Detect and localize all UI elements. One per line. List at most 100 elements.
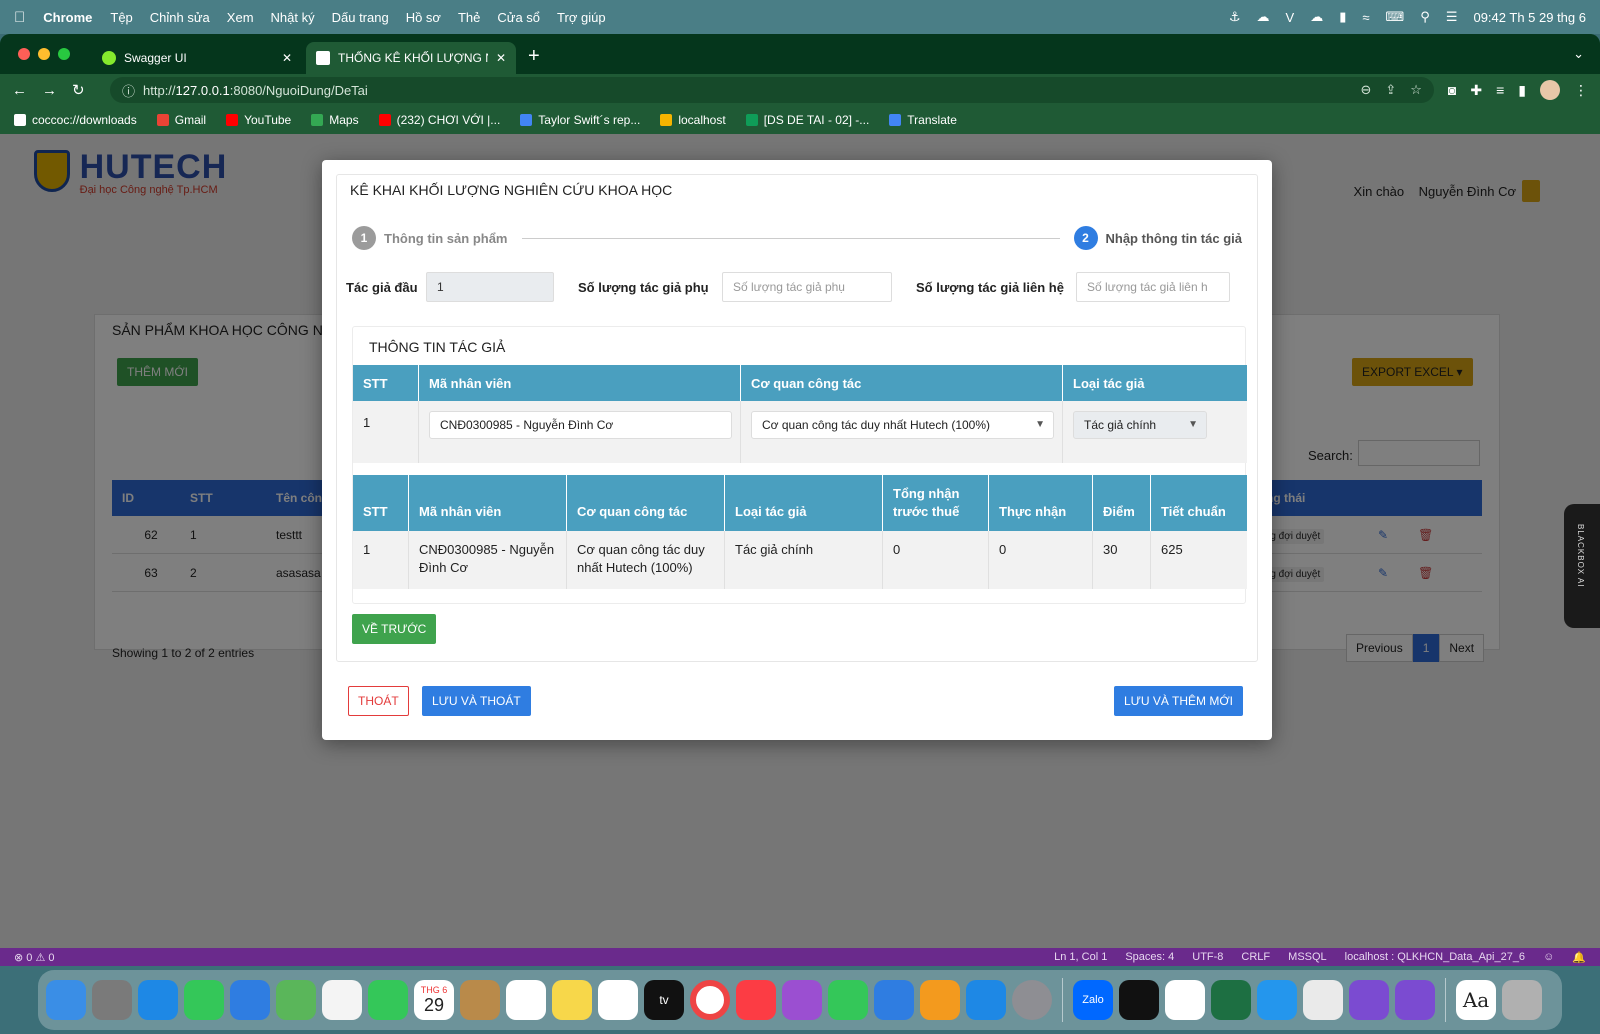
- battery-icon[interactable]: ▮: [1339, 9, 1346, 25]
- bookmark-item[interactable]: Taylor Swift´s rep...: [520, 113, 640, 127]
- info-icon[interactable]: ⓘ: [122, 81, 135, 100]
- back-button[interactable]: VỀ TRƯỚC: [352, 614, 437, 644]
- apple-tv-icon[interactable]: tv: [644, 980, 684, 1020]
- freeform-icon[interactable]: [598, 980, 638, 1020]
- trash-icon[interactable]: [1502, 980, 1542, 1020]
- menu-item-tab[interactable]: Thẻ: [458, 10, 480, 25]
- close-icon[interactable]: ✕: [282, 51, 292, 65]
- step-author-info[interactable]: 2 Nhập thông tin tác giả: [1073, 226, 1242, 250]
- wifi-icon[interactable]: ≈: [1362, 10, 1369, 25]
- employee-input[interactable]: CNĐ0300985 - Nguyễn Đình Cơ: [429, 411, 732, 439]
- music-icon[interactable]: [736, 980, 776, 1020]
- agency-select[interactable]: Cơ quan công tác duy nhất Hutech (100%) ▼: [751, 411, 1054, 439]
- zalo-icon[interactable]: Zalo: [1073, 980, 1113, 1020]
- camera-icon[interactable]: ◙: [1448, 82, 1456, 98]
- system-settings-icon[interactable]: [1012, 980, 1052, 1020]
- facetime-icon[interactable]: [368, 980, 408, 1020]
- bell-icon[interactable]: 🔔: [1572, 951, 1586, 964]
- vpn-icon[interactable]: V: [1286, 10, 1295, 25]
- back-icon[interactable]: ←: [12, 82, 42, 99]
- control-center-icon[interactable]: ☰: [1446, 9, 1458, 25]
- calendar-icon[interactable]: THG 6 29: [414, 980, 454, 1020]
- bookmark-item[interactable]: localhost: [660, 113, 726, 127]
- menu-item-view[interactable]: Xem: [227, 10, 254, 25]
- menubar-clock[interactable]: 09:42 Th 5 29 thg 6: [1473, 10, 1586, 25]
- bookmark-item[interactable]: (232) CHƠI VỚI |...: [378, 113, 500, 127]
- launchpad-icon[interactable]: [92, 980, 132, 1020]
- menu-item-file[interactable]: Tệp: [110, 10, 132, 25]
- new-tab-button[interactable]: +: [528, 45, 540, 68]
- reading-list-icon[interactable]: ≡: [1496, 82, 1504, 98]
- encoding[interactable]: UTF-8: [1192, 951, 1223, 964]
- tab-thong-ke[interactable]: THỐNG KÊ KHỐI LƯỢNG NCKH ✕: [306, 42, 516, 74]
- blackbox-ai-widget[interactable]: BLACKBOX AI: [1564, 504, 1600, 628]
- share-icon[interactable]: ⇪: [1385, 82, 1396, 98]
- forward-icon[interactable]: →: [42, 82, 72, 99]
- contacts-icon[interactable]: [460, 980, 500, 1020]
- star-icon[interactable]: ☆: [1410, 82, 1422, 98]
- docker-icon[interactable]: [1257, 980, 1297, 1020]
- bookmark-item[interactable]: Translate: [889, 113, 957, 127]
- bookmark-item[interactable]: Gmail: [156, 113, 206, 127]
- save-and-exit-button[interactable]: LƯU VÀ THOÁT: [422, 686, 531, 716]
- language-mode[interactable]: MSSQL: [1288, 951, 1327, 964]
- author-type-select[interactable]: Tác giả chính ▼: [1073, 411, 1207, 439]
- close-window-button[interactable]: [18, 48, 30, 60]
- connection-status[interactable]: localhost : QLKHCN_Data_Api_27_6: [1345, 951, 1525, 964]
- app-store-icon[interactable]: [966, 980, 1006, 1020]
- chevron-down-icon[interactable]: ⌄: [1573, 46, 1584, 62]
- exit-button[interactable]: THOÁT: [348, 686, 409, 716]
- search-icon[interactable]: ⚲: [1420, 9, 1430, 25]
- reload-icon[interactable]: ↻: [72, 81, 102, 99]
- reminders-icon[interactable]: [506, 980, 546, 1020]
- textedit-icon[interactable]: [1165, 980, 1205, 1020]
- dictionary-icon[interactable]: Aa: [1456, 980, 1496, 1020]
- photos-icon[interactable]: [322, 980, 362, 1020]
- sub-author-count-field[interactable]: Số lượng tác giả phụ: [722, 272, 892, 302]
- tab-swagger[interactable]: Swagger UI ✕: [92, 42, 302, 74]
- extensions-icon[interactable]: ✚: [1470, 82, 1482, 99]
- menu-item-history[interactable]: Nhật ký: [271, 10, 315, 25]
- chrome-icon[interactable]: [690, 980, 730, 1020]
- notes-icon[interactable]: [552, 980, 592, 1020]
- visual-studio-icon[interactable]: [1395, 980, 1435, 1020]
- visual-studio-icon[interactable]: [1349, 980, 1389, 1020]
- problems-indicator[interactable]: ⊗ 0 ⚠ 0: [14, 951, 54, 964]
- menu-item-window[interactable]: Cửa sổ: [497, 10, 540, 25]
- menu-app-name[interactable]: Chrome: [43, 10, 92, 25]
- address-bar[interactable]: ⓘ http://127.0.0.1:8080/NguoiDung/DeTai …: [110, 77, 1434, 103]
- cursor-position[interactable]: Ln 1, Col 1: [1054, 951, 1107, 964]
- account-icon[interactable]: ☺: [1543, 951, 1554, 964]
- indentation[interactable]: Spaces: 4: [1125, 951, 1174, 964]
- sidebar-icon[interactable]: ▮: [1518, 82, 1526, 99]
- activity-monitor-icon[interactable]: [1119, 980, 1159, 1020]
- podcasts-icon[interactable]: [782, 980, 822, 1020]
- minimize-window-button[interactable]: [38, 48, 50, 60]
- zoom-window-button[interactable]: [58, 48, 70, 60]
- pages-icon[interactable]: [920, 980, 960, 1020]
- cloud-icon[interactable]: ☁: [1257, 9, 1270, 25]
- finder-icon[interactable]: [46, 980, 86, 1020]
- zoom-icon[interactable]: ⊖: [1360, 82, 1371, 98]
- bookmark-item[interactable]: coccoc://downloads: [14, 113, 137, 127]
- excel-icon[interactable]: [1211, 980, 1251, 1020]
- menu-item-profiles[interactable]: Hồ sơ: [406, 10, 441, 25]
- step-product-info[interactable]: 1 Thông tin sản phẩm: [352, 226, 508, 250]
- more-icon[interactable]: ⋮: [1574, 82, 1588, 99]
- messages-icon[interactable]: [184, 980, 224, 1020]
- profile-avatar[interactable]: [1540, 80, 1560, 100]
- bookmark-item[interactable]: [DS DE TAI - 02] -...: [745, 113, 869, 127]
- bookmark-item[interactable]: YouTube: [226, 113, 291, 127]
- docker-icon[interactable]: ⚓: [1229, 9, 1241, 25]
- keynote-icon[interactable]: [874, 980, 914, 1020]
- numbers-icon[interactable]: [828, 980, 868, 1020]
- contact-author-count-field[interactable]: Số lượng tác giả liên h: [1076, 272, 1230, 302]
- save-and-add-new-button[interactable]: LƯU VÀ THÊM MỚI: [1114, 686, 1243, 716]
- weather-icon[interactable]: ☁: [1310, 9, 1323, 25]
- menu-item-help[interactable]: Trợ giúp: [557, 10, 606, 25]
- menu-item-bookmarks[interactable]: Dấu trang: [332, 10, 389, 25]
- menu-item-edit[interactable]: Chỉnh sửa: [150, 10, 210, 25]
- lead-author-field[interactable]: 1: [426, 272, 554, 302]
- mail-icon[interactable]: [230, 980, 270, 1020]
- close-icon[interactable]: ✕: [496, 51, 506, 65]
